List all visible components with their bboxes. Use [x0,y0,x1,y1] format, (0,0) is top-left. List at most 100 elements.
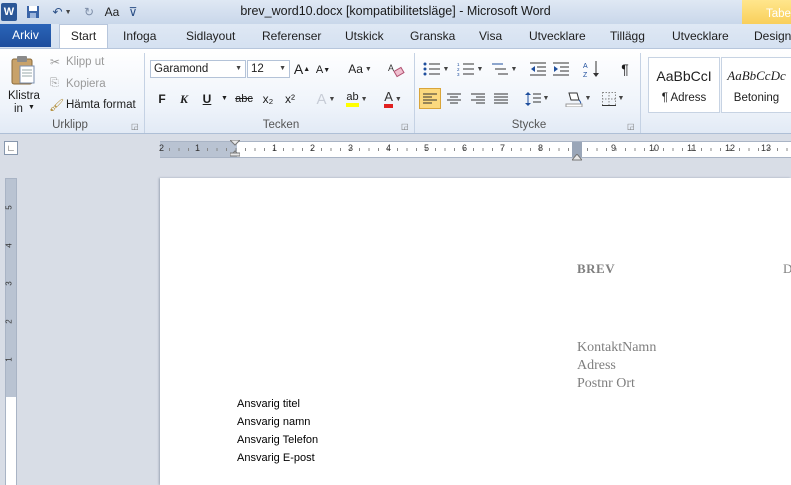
align-left-button[interactable] [419,88,441,109]
recipient-address: Adress [577,358,616,373]
right-indent-marker-icon[interactable] [570,150,584,161]
highlight-label: ab [346,91,359,107]
format-painter-button[interactable]: Hämta format [66,99,136,111]
show-formatting-marks-button[interactable]: ¶ [616,59,634,79]
ribbon: Klistra in ▼ ✂ Klipp ut ⎘ Kopiera 🖌 Hämt… [0,48,791,134]
increase-indent-icon[interactable] [552,60,570,78]
ruler-number: 7 [500,143,506,153]
sort-icon[interactable]: AZ [582,59,602,79]
ribbon-tab-row: Infoga Sidlayout Referenser Utskick Gran… [0,24,791,48]
svg-text:Z: Z [583,72,588,78]
style-adress[interactable]: AaBbCcI ¶ Adress [648,57,720,113]
vertical-ruler-margin [6,179,16,397]
recipient-postal: Postnr Ort [577,376,635,391]
tab-sidlayout[interactable]: Sidlayout [186,29,235,43]
tab-arkiv[interactable]: Arkiv [0,24,51,47]
group-divider [414,53,415,133]
font-dialog-launcher-icon[interactable]: ◲ [401,122,409,131]
tab-start[interactable]: Start [59,24,108,48]
tab-stop-selector[interactable]: ∟ [4,141,18,155]
tab-granska[interactable]: Granska [410,29,455,43]
title-bar: W ↶ ▼ ↻ Aa ⊽ brev_word10.docx [kompatibil… [0,0,791,30]
ruler-number: 11 [687,143,697,153]
bullets-icon[interactable]: ▼ [421,60,451,78]
tab-utvecklare-2[interactable]: Utvecklare [672,29,729,43]
undo-icon[interactable]: ↶ ▼ [48,3,76,21]
vertical-ruler[interactable]: 5 4 3 2 1 [5,178,17,485]
svg-text:A: A [583,63,588,70]
underline-dropdown-icon[interactable]: ▼ [221,95,228,102]
ruler-number: 5 [424,143,430,153]
tab-tillagg[interactable]: Tillägg [610,29,645,43]
chevron-down-icon: ▼ [279,65,286,72]
font-name-combo[interactable]: Garamond ▼ [150,60,246,78]
paragraph-dialog-launcher-icon[interactable]: ◲ [627,122,635,131]
vruler-number: 3 [4,281,14,286]
superscript-button[interactable]: x² [281,90,299,108]
italic-button[interactable]: K [176,90,192,108]
strikethrough-button[interactable]: abc [233,90,255,108]
style-name: ¶ Adress [661,92,707,104]
shading-icon[interactable]: ▼ [563,88,593,109]
save-icon[interactable] [24,3,42,21]
ruler-number: 8 [538,143,544,153]
paste-label-2[interactable]: in [14,103,23,115]
ruler-number: 2 [310,143,316,153]
paste-label-1[interactable]: Klistra [8,90,40,102]
responsible-title: Ansvarig titel [237,398,300,410]
shrink-font-label: A [315,64,324,76]
copy-button[interactable]: Kopiera [66,78,106,90]
redo-icon[interactable]: ↻ [80,3,98,21]
word-app-icon[interactable]: W [1,3,17,21]
text-effects-button[interactable]: A ▼ [313,89,339,109]
chevron-down-icon: ▼ [235,65,242,72]
highlight-button[interactable]: ab ▼ [342,89,372,109]
shrink-font-button[interactable]: A ▼ [314,61,332,79]
align-right-button[interactable] [468,88,488,109]
ruler-ticks [160,148,788,151]
group-divider [144,53,145,133]
change-case-qat-button[interactable]: Aa [100,3,124,21]
horizontal-ruler[interactable]: 2 1 1 2 3 4 5 6 7 8 9 10 11 12 13 [159,139,791,161]
align-center-button[interactable] [444,88,464,109]
grow-font-button[interactable]: A ▲ [293,60,311,78]
change-case-button[interactable]: Aa ▼ [346,60,374,78]
copy-icon: ⎘ [50,77,59,89]
ruler-number: 12 [725,143,736,153]
line-spacing-icon[interactable]: ▼ [523,88,551,109]
cut-button[interactable]: Klipp ut [66,56,104,68]
clipboard-dialog-launcher-icon[interactable]: ◲ [131,122,139,131]
numbering-icon[interactable]: 1 2 3 ▼ [455,60,485,78]
borders-icon[interactable]: ▼ [598,88,628,109]
justify-button[interactable] [491,88,511,109]
bold-button[interactable]: F [154,90,170,108]
document-page[interactable]: BREV D KontaktNamn Adress Postnr Ort Ans… [160,178,791,485]
tab-utskick[interactable]: Utskick [345,29,384,43]
text-effects-label: A [316,90,327,108]
multilevel-list-icon[interactable]: ▼ [489,60,519,78]
tab-design[interactable]: Design [754,29,791,43]
clear-formatting-icon[interactable]: A [386,59,406,79]
responsible-name: Ansvarig namn [237,416,311,428]
style-sample: AaBbCcDc [727,68,786,83]
decrease-indent-icon[interactable] [529,60,547,78]
paste-icon[interactable] [6,53,40,87]
indent-marker-icon[interactable] [228,139,242,157]
underline-button[interactable]: U [199,90,215,108]
tab-visa[interactable]: Visa [479,29,502,43]
paste-dropdown-icon[interactable]: ▼ [28,104,35,111]
style-betoning[interactable]: AaBbCcDc Betoning [721,57,791,113]
ruler-number: 6 [462,143,468,153]
tab-infoga[interactable]: Infoga [123,29,156,43]
ruler-number: 9 [611,143,617,153]
scissors-icon: ✂ [50,55,61,69]
style-name: Betoning [733,92,780,104]
font-color-label: A [384,90,393,108]
font-color-button[interactable]: A ▼ [378,89,408,109]
tab-referenser[interactable]: Referenser [262,29,321,43]
ruler-number: 4 [386,143,392,153]
customize-qat-icon[interactable]: ⊽ [126,3,140,21]
tab-utvecklare[interactable]: Utvecklare [529,29,586,43]
subscript-button[interactable]: x₂ [259,90,277,108]
font-size-combo[interactable]: 12 ▼ [247,60,290,78]
